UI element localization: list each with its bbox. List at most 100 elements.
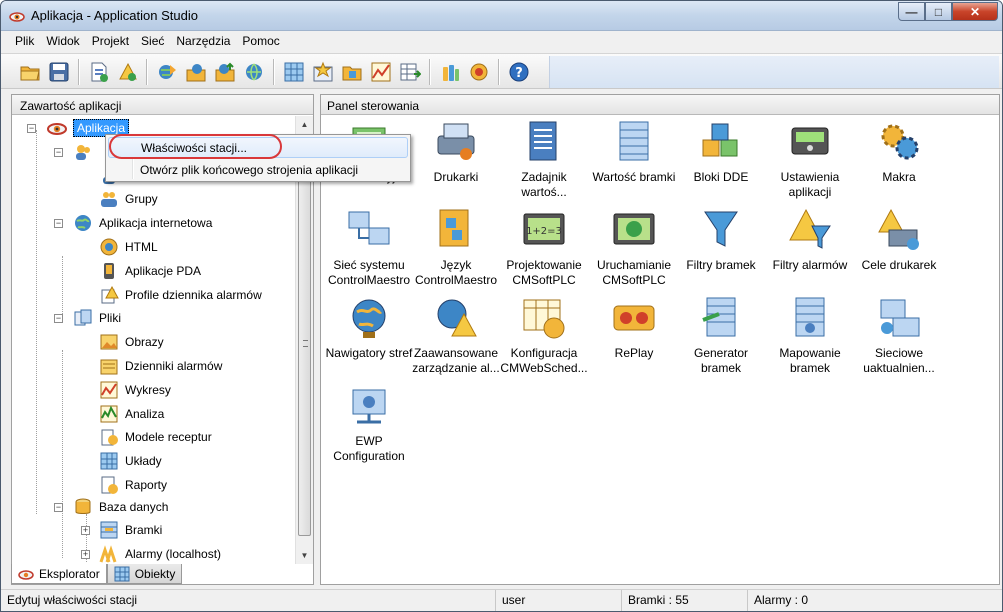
- table-export-button[interactable]: [398, 60, 422, 84]
- scroll-down-icon[interactable]: ▼: [296, 547, 313, 564]
- maximize-icon: □: [934, 4, 943, 19]
- collapse-toggle[interactable]: −: [27, 124, 36, 133]
- tile-makra[interactable]: Makra: [854, 117, 944, 185]
- save-button[interactable]: [47, 60, 71, 84]
- app-settings-icon: [784, 117, 836, 167]
- menu-plik[interactable]: Plik: [9, 31, 40, 52]
- scroll-up-icon[interactable]: ▲: [296, 116, 313, 133]
- tree-view[interactable]: − Aplikacja − Grupy − Aplikacja internet…: [12, 116, 294, 564]
- tab-obiekty[interactable]: Obiekty: [106, 564, 183, 584]
- menu-siec[interactable]: Sieć: [135, 31, 170, 52]
- station-upload-button[interactable]: [213, 60, 237, 84]
- tree-node-wykresy[interactable]: Wykresy: [98, 379, 171, 401]
- tile-konfiguracja-cmwebsched[interactable]: Konfiguracja CMWebSched...: [499, 293, 589, 376]
- tile-zaawansowane-zarzadzanie[interactable]: Zaawansowane zarządzanie al...: [411, 293, 501, 376]
- tile-ewp-configuration[interactable]: EWP Configuration: [324, 381, 414, 464]
- save-icon: [49, 62, 69, 82]
- grid-layout-button[interactable]: [282, 60, 306, 84]
- station-globe-button[interactable]: [242, 60, 266, 84]
- menu-widok[interactable]: Widok: [40, 31, 85, 52]
- tree-node-profile-dziennika-alarmow[interactable]: Profile dziennika alarmów: [98, 284, 262, 306]
- collapse-toggle[interactable]: −: [54, 503, 63, 512]
- maximize-button[interactable]: □: [925, 2, 952, 21]
- tree-scrollbar[interactable]: ▲ ▼: [295, 116, 313, 564]
- bottles-button[interactable]: [438, 60, 462, 84]
- tree-node-bramki[interactable]: Bramki: [98, 519, 162, 541]
- tile-drukarki[interactable]: Drukarki: [411, 117, 501, 185]
- tile-bloki-dde[interactable]: Bloki DDE: [676, 117, 766, 185]
- tile-nawigatory-stref[interactable]: Nawigatory stref: [324, 293, 414, 361]
- tree-node-uklady[interactable]: Układy: [98, 450, 162, 472]
- station-transfer-button[interactable]: [184, 60, 208, 84]
- tree-node-grupy[interactable]: Grupy: [98, 188, 158, 210]
- alarm-profile-icon: [98, 284, 120, 306]
- status-user: user: [496, 590, 622, 611]
- tile-wartosc-bramki[interactable]: Wartość bramki: [589, 117, 679, 185]
- minimize-button[interactable]: —: [898, 2, 925, 21]
- station-sync-button[interactable]: [155, 60, 179, 84]
- alarm-filter-icon: [784, 205, 836, 255]
- collapse-toggle[interactable]: −: [54, 148, 63, 157]
- svg-text:?: ?: [515, 66, 523, 81]
- tree-node-baza-danych[interactable]: Baza danych: [72, 496, 168, 518]
- globe-run-button[interactable]: [467, 60, 491, 84]
- open-folder-button[interactable]: [18, 60, 42, 84]
- tree-node-alarmy-localhost[interactable]: Alarmy (localhost): [98, 543, 221, 564]
- tree-node-modele-receptur[interactable]: Modele receptur: [98, 426, 212, 448]
- alarm-document-icon: [119, 62, 137, 81]
- expand-toggle[interactable]: +: [81, 550, 90, 559]
- toolbar-separator: [429, 59, 430, 85]
- help-button[interactable]: ?: [507, 60, 531, 84]
- alarm-document-button[interactable]: [116, 60, 140, 84]
- chart-star-button[interactable]: [311, 60, 335, 84]
- close-icon: ✕: [969, 4, 981, 19]
- new-document-button[interactable]: [87, 60, 111, 84]
- tree-node-raporty[interactable]: Raporty: [98, 474, 167, 496]
- window-title: Aplikacja - Application Studio: [31, 8, 198, 23]
- table-export-icon: [400, 63, 421, 81]
- menu-bar: Plik Widok Projekt Sieć Narzędzia Pomoc: [1, 31, 1002, 52]
- status-gateways: Bramki : 55: [622, 590, 748, 611]
- tile-projektowanie-plc[interactable]: 1+2=3 Projektowanie CMSoftPLC: [499, 205, 589, 288]
- tab-eksplorator[interactable]: Eksplorator: [11, 564, 107, 584]
- tree-node-html[interactable]: HTML: [98, 236, 158, 258]
- tile-filtry-alarmow[interactable]: Filtry alarmów: [765, 205, 855, 273]
- tile-uruchamianie-plc[interactable]: Uruchamianie CMSoftPLC: [589, 205, 679, 288]
- replay-icon: [608, 293, 660, 343]
- title-bar[interactable]: Aplikacja - Application Studio — □ ✕: [1, 1, 1002, 31]
- folder-puzzle-button[interactable]: [340, 60, 364, 84]
- menu-narzedzia[interactable]: Narzędzia: [170, 31, 236, 52]
- open-folder-icon: [20, 66, 40, 81]
- tile-zadajnik-wartosci[interactable]: Zadajnik wartoś...: [499, 117, 589, 200]
- tree-node-obrazy[interactable]: Obrazy: [98, 331, 164, 353]
- expand-toggle[interactable]: +: [81, 526, 90, 535]
- tree-node-pliki[interactable]: Pliki: [72, 307, 121, 329]
- tile-mapowanie-bramek[interactable]: Mapowanie bramek: [765, 293, 855, 376]
- menu-pomoc[interactable]: Pomoc: [236, 31, 285, 52]
- value-setter-icon: [518, 117, 570, 167]
- websched-config-icon: [518, 293, 570, 343]
- menu-item-otworz-plik[interactable]: Otwórz plik końcowego strojenia aplikacj…: [108, 159, 408, 180]
- tree-node-users[interactable]: [72, 141, 99, 163]
- tree-node-dzienniki-alarmow[interactable]: Dzienniki alarmów: [98, 355, 222, 377]
- tile-sieciowe-uaktualnienia[interactable]: Sieciowe uaktualnien...: [854, 293, 944, 376]
- tree-node-aplikacja-internetowa[interactable]: Aplikacja internetowa: [72, 212, 212, 234]
- tile-replay[interactable]: RePlay: [589, 293, 679, 361]
- menu-projekt[interactable]: Projekt: [86, 31, 135, 52]
- tile-generator-bramek[interactable]: Generator bramek: [676, 293, 766, 376]
- trend-chart-button[interactable]: [369, 60, 393, 84]
- dde-blocks-icon: [695, 117, 747, 167]
- collapse-toggle[interactable]: −: [54, 219, 63, 228]
- tree-node-aplikacje-pda[interactable]: Aplikacje PDA: [98, 260, 201, 282]
- close-button[interactable]: ✕: [952, 2, 998, 21]
- grid-layout-icon: [284, 62, 304, 82]
- collapse-toggle[interactable]: −: [54, 314, 63, 323]
- language-icon: [430, 205, 482, 255]
- tile-siec-systemu[interactable]: Sieć systemu ControlMaestro: [324, 205, 414, 288]
- tile-filtry-bramek[interactable]: Filtry bramek: [676, 205, 766, 273]
- tree-node-analiza[interactable]: Analiza: [98, 403, 164, 425]
- scroll-thumb[interactable]: [298, 144, 311, 536]
- tile-jezyk[interactable]: Język ControlMaestro: [411, 205, 501, 288]
- tile-ustawienia-aplikacji[interactable]: Ustawienia aplikacji: [765, 117, 855, 200]
- tile-cele-drukarek[interactable]: Cele drukarek: [854, 205, 944, 273]
